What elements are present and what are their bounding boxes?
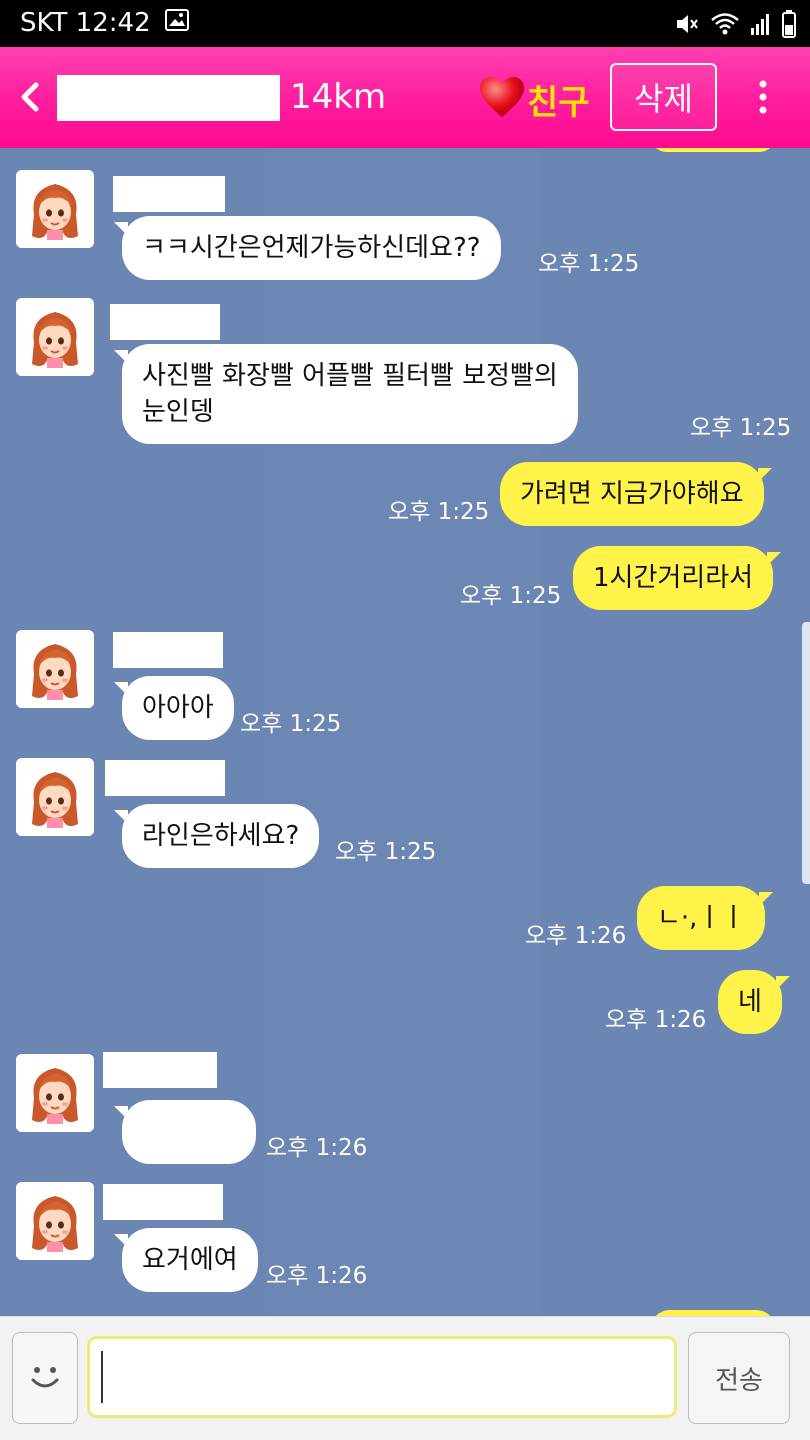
message-bubble-outgoing[interactable]: 가려면 지금가야해요 xyxy=(500,462,772,526)
signal-icon xyxy=(750,11,772,37)
message-time: 오후 1:25 xyxy=(690,415,792,441)
message-bubble-outgoing[interactable]: 네 xyxy=(718,970,790,1034)
message-bubble-outgoing[interactable]: ㄴ·,ㅣㅣ xyxy=(637,886,774,950)
message-bubble-incoming[interactable]: 요거에여 xyxy=(114,1228,258,1292)
mute-icon xyxy=(674,11,700,37)
chat-header: 14km 친구 삭제 xyxy=(0,47,810,148)
contact-name-redacted xyxy=(57,75,280,121)
avatar[interactable] xyxy=(16,758,94,836)
battery-icon xyxy=(782,10,796,38)
delete-button[interactable]: 삭제 xyxy=(610,63,717,131)
message-bubble-incoming[interactable]: 아아아 xyxy=(114,676,234,740)
message-time: 오후 1:25 xyxy=(240,711,342,737)
message-bubble-outgoing[interactable]: 1시간거리라서 xyxy=(573,546,782,610)
send-button[interactable]: 전송 xyxy=(688,1332,790,1424)
friend-label[interactable]: 친구 xyxy=(527,75,590,124)
text-cursor xyxy=(101,1351,103,1403)
image-icon xyxy=(164,8,189,38)
wifi-icon xyxy=(710,11,740,37)
avatar[interactable] xyxy=(16,298,94,376)
message-time: 오후 1:25 xyxy=(388,499,490,525)
avatar[interactable] xyxy=(16,170,94,248)
message-time: 오후 1:26 xyxy=(266,1263,368,1289)
message-bubble-incoming[interactable]: 사진빨 화장빨 어플빨 필터빨 보정빨의 눈인뎅 xyxy=(114,344,578,444)
message-bubble-incoming[interactable]: ㅋㅋ시간은언제가능하신데요?? xyxy=(114,216,501,280)
sender-name-redacted xyxy=(103,1184,223,1220)
heart-icon[interactable] xyxy=(478,75,526,119)
message-time: 오후 1:25 xyxy=(335,839,437,865)
sender-name-redacted xyxy=(103,1052,217,1088)
sender-name-redacted xyxy=(110,304,220,340)
chat-message-list[interactable]: ㅋㅋ시간은언제가능하신데요?? 오후 1:25 사진빨 화장빨 어플빨 필터빨 … xyxy=(0,148,810,1316)
avatar[interactable] xyxy=(16,1182,94,1260)
more-options-icon[interactable] xyxy=(752,77,774,117)
distance-label: 14km xyxy=(290,77,387,117)
message-time: 오후 1:25 xyxy=(460,583,562,609)
back-icon[interactable] xyxy=(16,79,46,115)
message-time: 오후 1:26 xyxy=(525,923,627,949)
message-input-bar: 전송 xyxy=(0,1316,810,1440)
carrier-time: SKT 12:42 xyxy=(20,8,151,38)
status-bar: SKT 12:42 xyxy=(0,0,810,47)
message-input[interactable] xyxy=(87,1336,677,1418)
message-time: 오후 1:26 xyxy=(605,1007,707,1033)
message-time: 오후 1:25 xyxy=(538,251,640,277)
partial-outgoing-bubble xyxy=(650,148,776,152)
message-time: 오후 1:26 xyxy=(266,1135,368,1161)
sender-name-redacted xyxy=(105,760,225,796)
message-bubble-incoming[interactable]: 라인은하세요? xyxy=(113,804,320,868)
message-bubble-incoming[interactable] xyxy=(114,1100,256,1164)
sender-name-redacted xyxy=(113,176,225,212)
smiley-icon xyxy=(25,1356,65,1400)
avatar[interactable] xyxy=(16,630,94,708)
avatar[interactable] xyxy=(16,1054,94,1132)
emoticon-button[interactable] xyxy=(12,1332,78,1424)
scrollbar[interactable] xyxy=(802,622,810,884)
sender-name-redacted xyxy=(113,632,223,668)
